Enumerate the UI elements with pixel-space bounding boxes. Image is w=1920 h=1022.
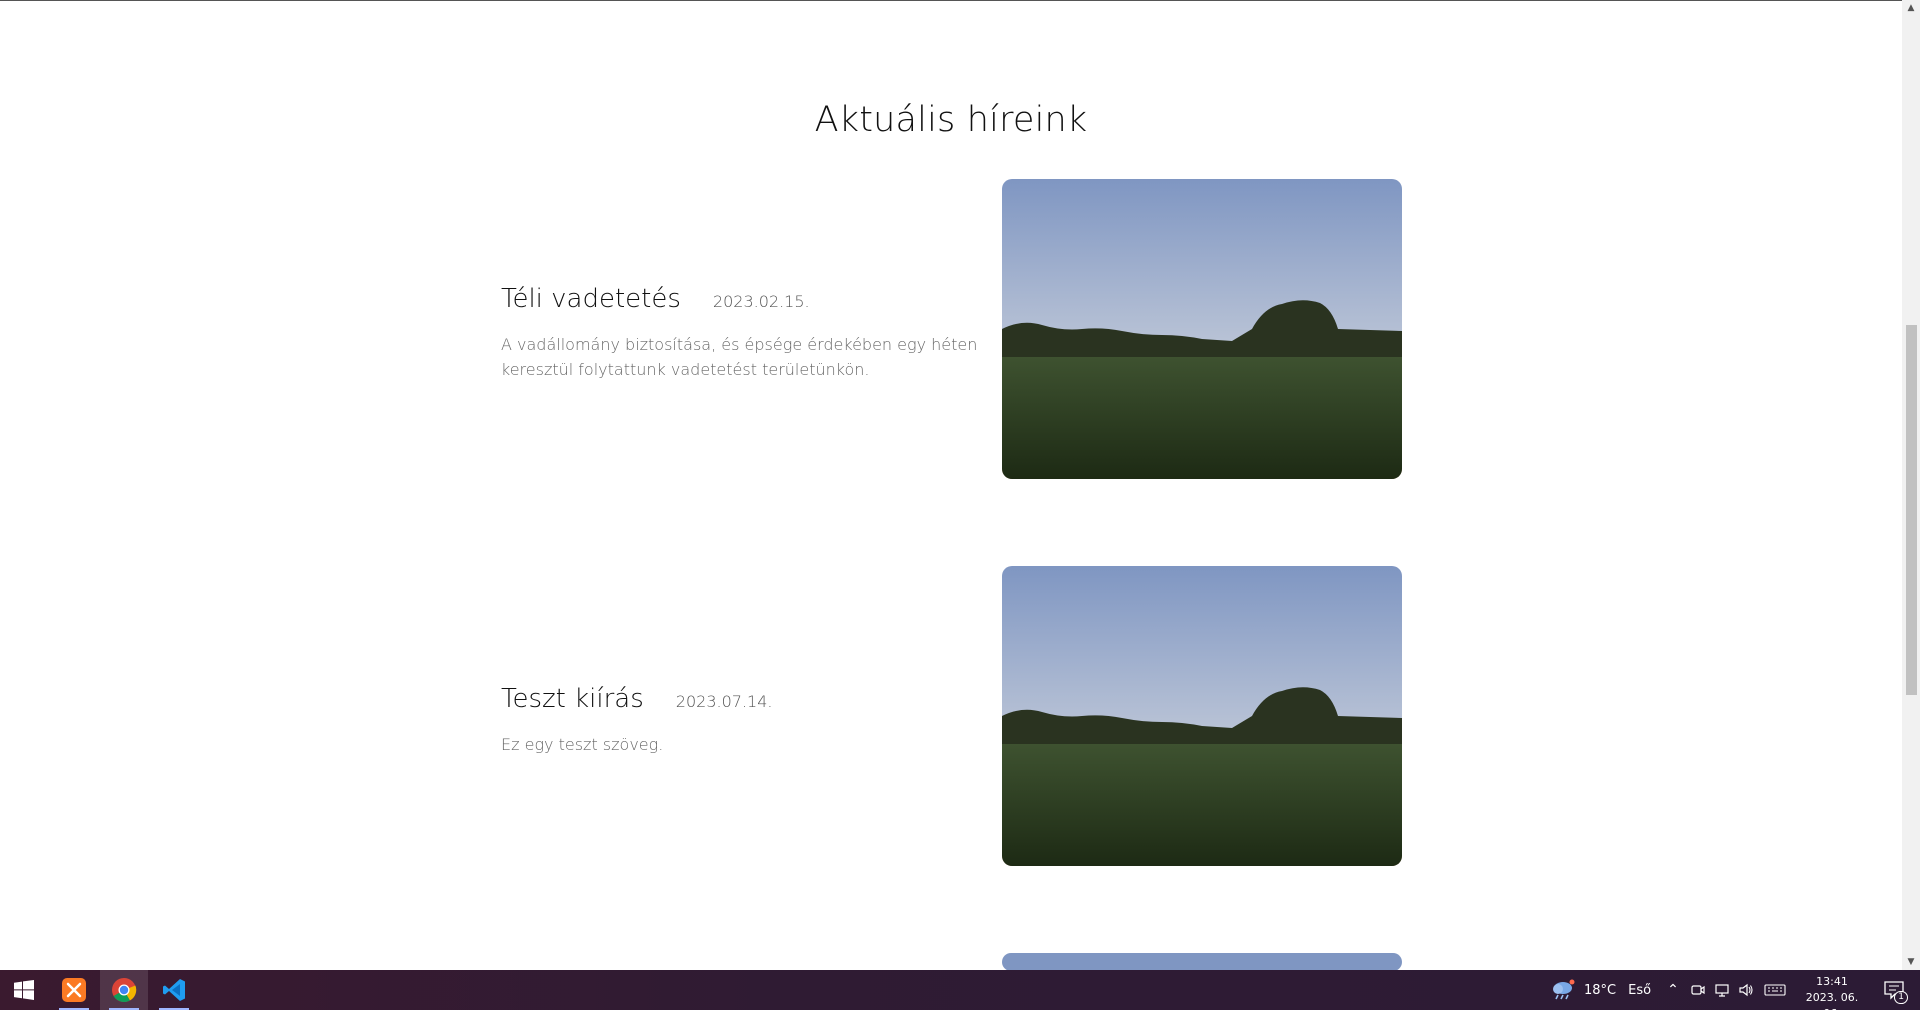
chrome-icon (112, 978, 137, 1003)
web-page: Aktuális híreink Téli vadetetés 2023.02.… (0, 0, 1902, 971)
network-icon[interactable] (1714, 982, 1730, 998)
news-date: 2023.07.14. (675, 692, 773, 711)
news-item: Teszt kiírás 2023.07.14. Ez egy teszt sz… (0, 566, 1902, 866)
notification-count: 1 (1894, 991, 1908, 1004)
news-date: 2023.02.15. (712, 292, 810, 311)
scroll-up-arrow-icon[interactable]: ▲ (1902, 0, 1920, 16)
weather-temp: 18°C (1584, 982, 1617, 998)
news-body: Ez egy teszt szöveg. (501, 735, 664, 754)
news-image (1002, 179, 1402, 479)
news-image (1002, 566, 1402, 866)
chevron-up-icon[interactable]: ⌃ (1664, 982, 1682, 998)
clock-date: 2023. 06. 06. (1805, 991, 1859, 1020)
xampp-icon (62, 978, 86, 1002)
clock-time: 13:41 (1816, 975, 1848, 988)
rain-cloud-icon (1553, 979, 1575, 1000)
news-title: Teszt kiírás (501, 684, 644, 714)
news-body: A vadállomány biztosítása, és épsége érd… (501, 335, 978, 379)
vscode-icon (163, 979, 185, 1001)
landscape-photo (1002, 179, 1402, 479)
taskbar-app-vscode[interactable] (150, 970, 198, 1010)
taskbar: 18°C Eső ⌃ 13:41 2023. 06. 06. 1 (0, 970, 1920, 1020)
news-header: Téli vadetetés 2023.02.15. (501, 284, 981, 314)
news-item: Téli vadetetés 2023.02.15. A vadállomány… (0, 179, 1902, 479)
news-text: Téli vadetetés 2023.02.15. A vadállomány… (501, 284, 981, 398)
news-image-partial (1002, 953, 1402, 971)
system-tray: ⌃ (1664, 970, 1786, 1010)
scrollbar[interactable]: ▲ ▼ (1902, 0, 1920, 970)
landscape-photo (1002, 566, 1402, 866)
keyboard-icon[interactable] (1764, 982, 1786, 998)
windows-logo-icon (14, 980, 34, 1000)
clock[interactable]: 13:41 2023. 06. 06. (1796, 974, 1868, 1022)
taskbar-app-chrome[interactable] (100, 970, 148, 1010)
weather-widget[interactable]: 18°C Eső (1550, 970, 1651, 1010)
section-title: Aktuális híreink (814, 100, 1088, 140)
notification-center-button[interactable]: 1 (1876, 970, 1912, 1010)
volume-icon[interactable] (1738, 982, 1754, 998)
weather-condition: Eső (1628, 982, 1652, 998)
landscape-photo (1002, 953, 1402, 971)
scroll-down-arrow-icon[interactable]: ▼ (1902, 954, 1920, 970)
news-text: Teszt kiírás 2023.07.14. Ez egy teszt sz… (501, 684, 981, 773)
start-button[interactable] (0, 970, 48, 1010)
taskbar-app-xampp[interactable] (50, 970, 98, 1010)
news-title: Téli vadetetés (501, 284, 681, 314)
meet-now-icon[interactable] (1690, 982, 1706, 998)
scroll-thumb[interactable] (1906, 325, 1917, 695)
news-header: Teszt kiírás 2023.07.14. (501, 684, 981, 714)
